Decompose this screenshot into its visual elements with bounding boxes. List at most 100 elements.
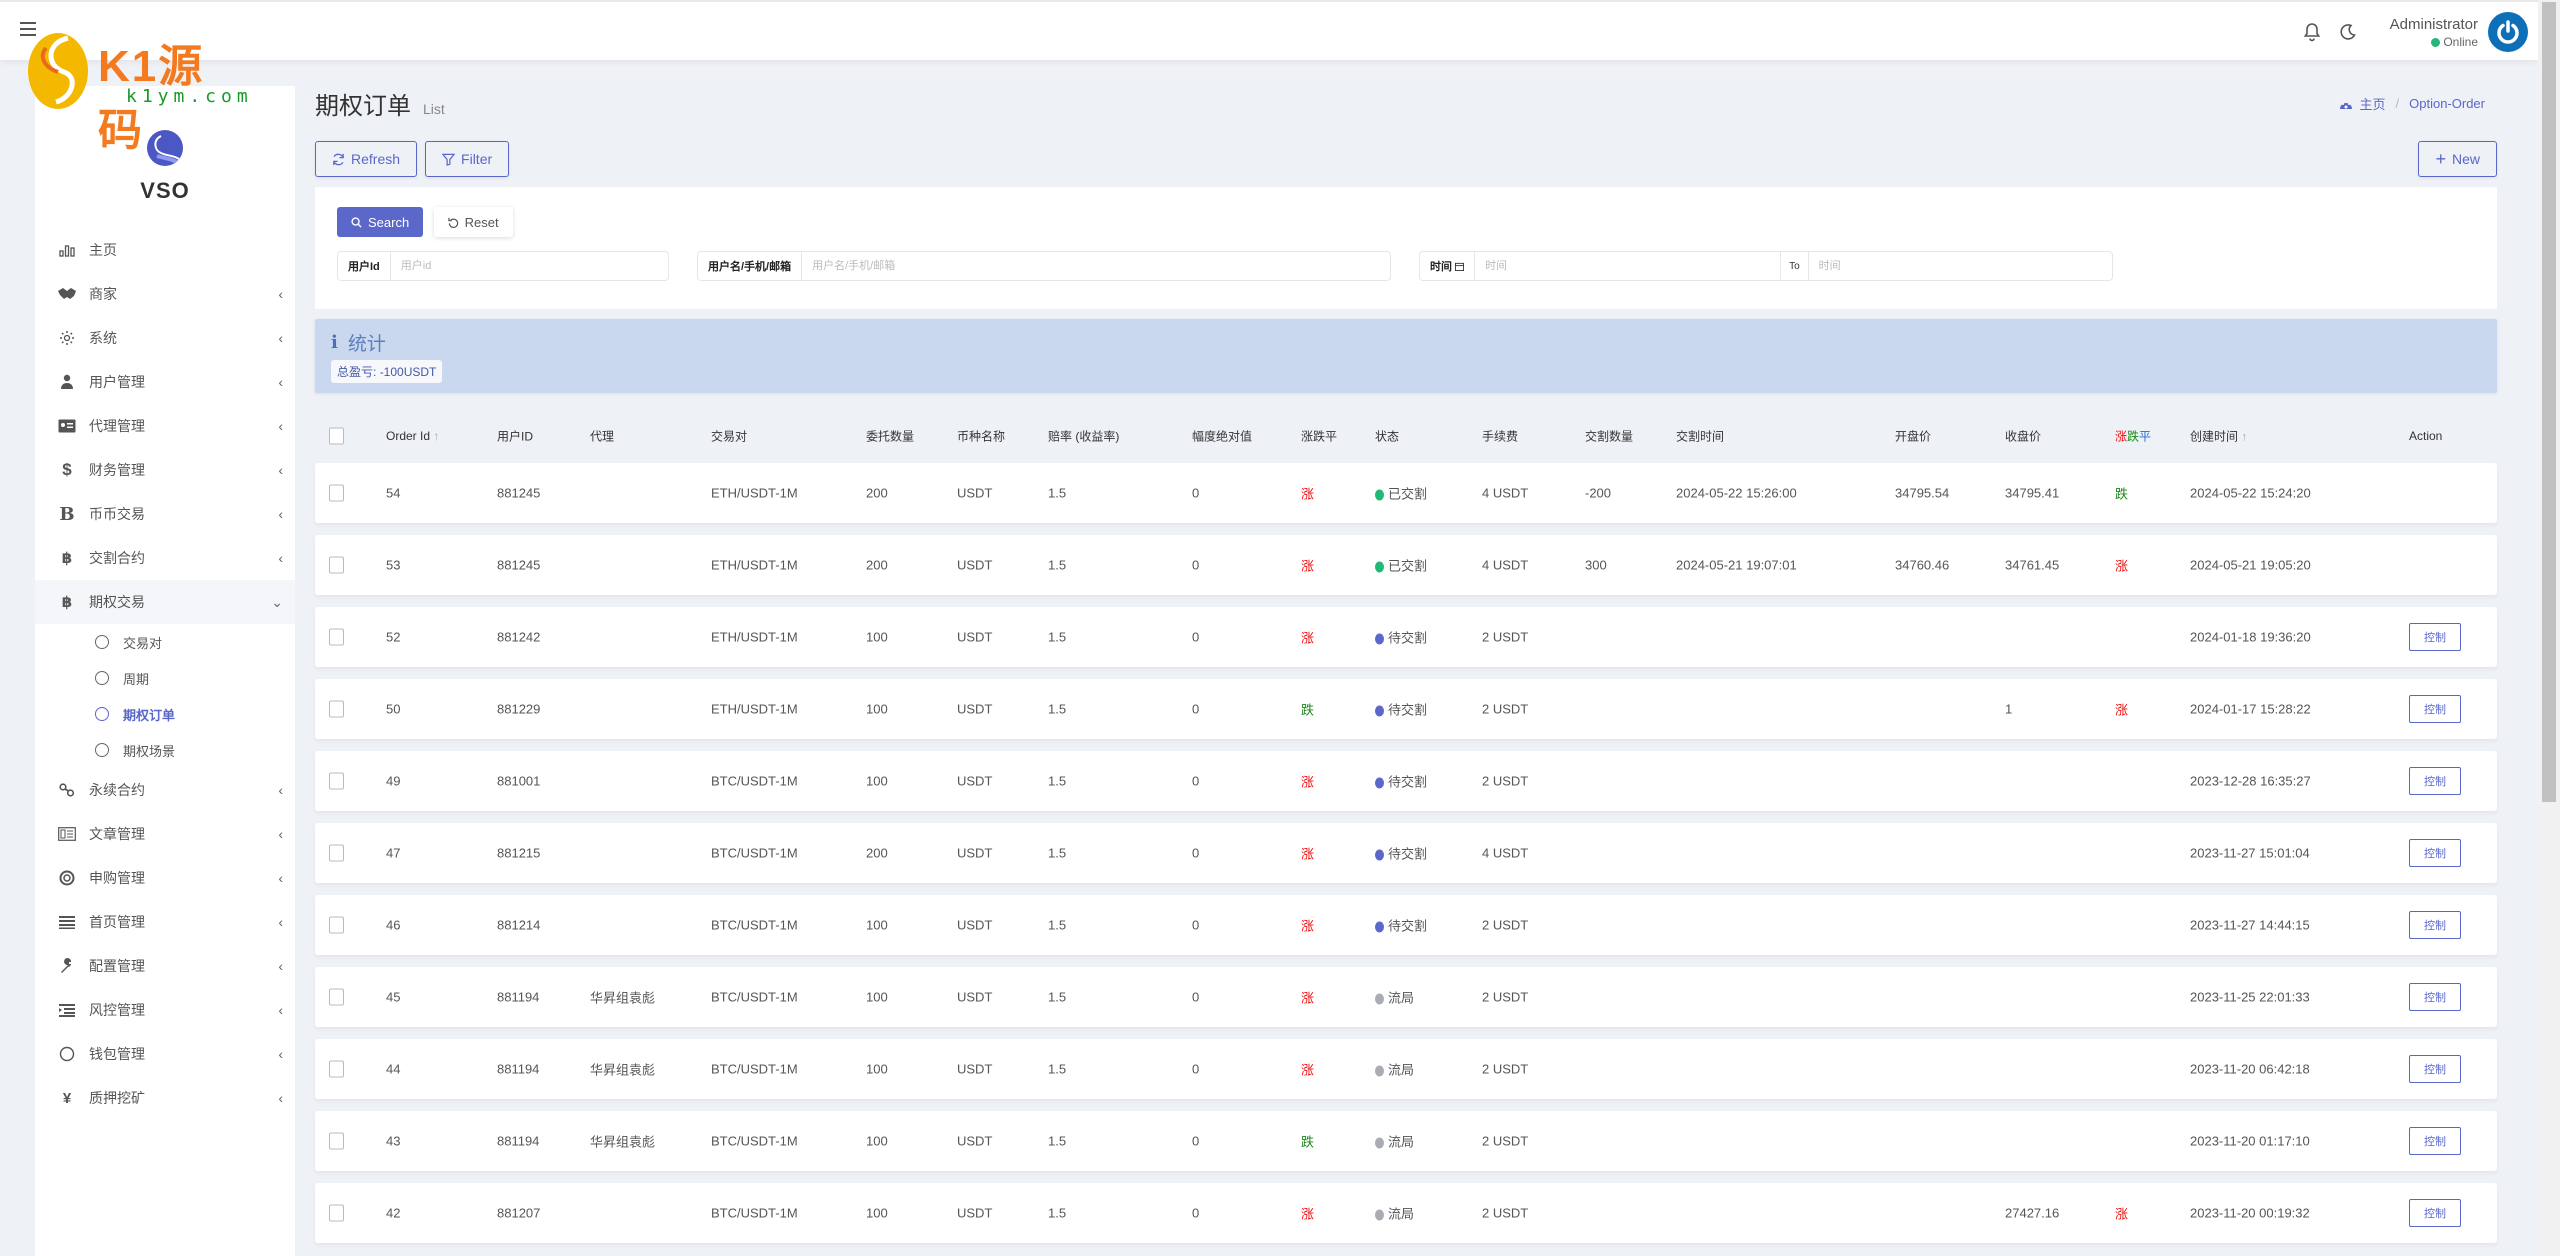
time-range-field-group: 时间 To	[1419, 251, 2113, 281]
row-checkbox[interactable]	[329, 628, 344, 646]
user-info[interactable]: Administrator Online	[2390, 16, 2478, 49]
table-row: 49 881001 BTC/USDT-1M 100 USDT 1.5 0 涨 待交割 2 USDT…	[315, 751, 2497, 811]
sidebar-subitem-0[interactable]: 交易对	[35, 624, 295, 660]
user-id-input[interactable]	[390, 252, 668, 280]
reset-button[interactable]: Reset	[433, 207, 513, 237]
row-checkbox[interactable]	[329, 844, 344, 862]
life-ring-icon	[57, 870, 77, 886]
control-button[interactable]: 控制	[2409, 911, 2461, 939]
cell-result: 涨	[2115, 1206, 2129, 1222]
cell-fee: 4 USDT	[1482, 557, 1529, 573]
cell-direction: 涨	[1301, 630, 1315, 646]
row-checkbox[interactable]	[329, 484, 344, 502]
time-from-input[interactable]	[1475, 252, 1782, 280]
control-button[interactable]: 控制	[2409, 1199, 2461, 1227]
new-button[interactable]: + New	[2418, 141, 2497, 177]
breadcrumb-home[interactable]: 主页	[2359, 94, 2385, 113]
page-subtitle: List	[423, 101, 445, 117]
row-checkbox[interactable]	[329, 916, 344, 934]
row-checkbox[interactable]	[329, 988, 344, 1006]
time-label-text: 时间	[1430, 261, 1452, 273]
cell-user-id: 881194	[497, 1133, 540, 1149]
sidebar-item-8[interactable]: ฿ 期权交易 ⌄	[35, 580, 295, 624]
user-status: Online	[2390, 35, 2478, 49]
sidebar-item-after-3[interactable]: 首页管理 ‹	[35, 900, 295, 944]
link-icon	[57, 783, 77, 797]
select-all-checkbox[interactable]	[329, 427, 344, 445]
bell-icon[interactable]	[2294, 14, 2330, 50]
avatar[interactable]	[2488, 12, 2528, 52]
cell-currency: USDT	[957, 701, 993, 717]
search-button[interactable]: Search	[337, 207, 424, 237]
table-row: 50 881229 ETH/USDT-1M 100 USDT 1.5 0 跌 待交割 2 USDT…	[315, 679, 2497, 739]
chevron-left-icon: ‹	[278, 1046, 283, 1062]
sidebar-item-3[interactable]: 用户管理 ‹	[35, 360, 295, 404]
control-button[interactable]: 控制	[2409, 983, 2461, 1011]
sidebar-item-after-1[interactable]: 文章管理 ‹	[35, 812, 295, 856]
sidebar-item-2[interactable]: 系统 ‹	[35, 316, 295, 360]
header-order-id[interactable]: Order Id ↑	[386, 429, 439, 443]
scrollbar-thumb[interactable]	[2542, 2, 2556, 802]
sidebar-item-after-4[interactable]: 配置管理 ‹	[35, 944, 295, 988]
toolbar: Refresh Filter + New	[315, 141, 2497, 177]
time-to-input[interactable]	[1808, 252, 2112, 280]
breadcrumb-separator: /	[2395, 96, 2400, 111]
control-button[interactable]: 控制	[2409, 839, 2461, 867]
sidebar-item-7[interactable]: ฿ 交割合约 ‹	[35, 536, 295, 580]
sidebar-item-5[interactable]: $ 财务管理 ‹	[35, 448, 295, 492]
cell-status: 待交割	[1375, 628, 1427, 647]
cell-action: 控制	[2409, 1199, 2461, 1227]
cell-action: 控制	[2409, 1055, 2461, 1083]
table-row: 42 881207 BTC/USDT-1M 100 USDT 1.5 0 涨 流局 2 USDT 2…	[315, 1183, 2497, 1243]
account-label: 用户名/手机/邮箱	[698, 252, 803, 280]
sidebar-item-after-7[interactable]: ¥ 质押挖矿 ‹	[35, 1076, 295, 1120]
account-input[interactable]	[802, 252, 1390, 280]
page-scrollbar[interactable]	[2538, 0, 2560, 1256]
cell-status: 待交割	[1375, 844, 1427, 863]
new-label: New	[2451, 151, 2480, 167]
control-button[interactable]: 控制	[2409, 623, 2461, 651]
row-checkbox[interactable]	[329, 1132, 344, 1150]
cell-direction: 涨	[1301, 1206, 1315, 1222]
sidebar-item-after-6[interactable]: 钱包管理 ‹	[35, 1032, 295, 1076]
time-to-label: To	[1781, 252, 1809, 280]
cell-fee: 2 USDT	[1482, 1061, 1529, 1077]
sidebar-item-after-2[interactable]: 申购管理 ‹	[35, 856, 295, 900]
sidebar-item-6[interactable]: B 币币交易 ‹	[35, 492, 295, 536]
sidebar-subitem-2[interactable]: 期权订单	[35, 696, 295, 732]
cell-range: 0	[1192, 701, 1200, 717]
sidebar-item-1[interactable]: 商家 ‹	[35, 272, 295, 316]
gear-icon	[57, 330, 77, 346]
cell-order-id: 52	[386, 629, 401, 645]
row-checkbox[interactable]	[329, 772, 344, 790]
chevron-left-icon: ‹	[278, 1002, 283, 1018]
sidebar-item-after-5[interactable]: 风控管理 ‹	[35, 988, 295, 1032]
control-button[interactable]: 控制	[2409, 767, 2461, 795]
cell-currency: USDT	[957, 845, 993, 861]
chevron-left-icon: ‹	[278, 870, 283, 886]
header-created-at[interactable]: 创建时间 ↑	[2190, 428, 2247, 445]
total-pnl-value: -100USDT	[379, 365, 437, 379]
cell-currency: USDT	[957, 773, 993, 789]
status-dot-icon	[1375, 489, 1384, 501]
moon-icon[interactable]	[2330, 14, 2366, 50]
filter-button[interactable]: Filter	[425, 141, 510, 177]
sidebar-subitem-1[interactable]: 周期	[35, 660, 295, 696]
indent-icon	[57, 1003, 77, 1017]
refresh-button[interactable]: Refresh	[315, 141, 418, 177]
row-checkbox[interactable]	[329, 1060, 344, 1078]
info-icon: i	[331, 332, 338, 353]
control-button[interactable]: 控制	[2409, 695, 2461, 723]
sidebar-item-0[interactable]: 主页	[35, 228, 295, 272]
control-button[interactable]: 控制	[2409, 1127, 2461, 1155]
sidebar-item-after-0[interactable]: 永续合约 ‹	[35, 768, 295, 812]
row-checkbox[interactable]	[329, 556, 344, 574]
cell-pair: BTC/USDT-1M	[711, 1133, 798, 1149]
row-checkbox[interactable]	[329, 700, 344, 718]
dollar-icon: $	[62, 460, 72, 479]
status-dot-icon	[1375, 1065, 1384, 1077]
sidebar-subitem-3[interactable]: 期权场景	[35, 732, 295, 768]
sidebar-item-4[interactable]: 代理管理 ‹	[35, 404, 295, 448]
row-checkbox[interactable]	[329, 1204, 344, 1222]
control-button[interactable]: 控制	[2409, 1055, 2461, 1083]
